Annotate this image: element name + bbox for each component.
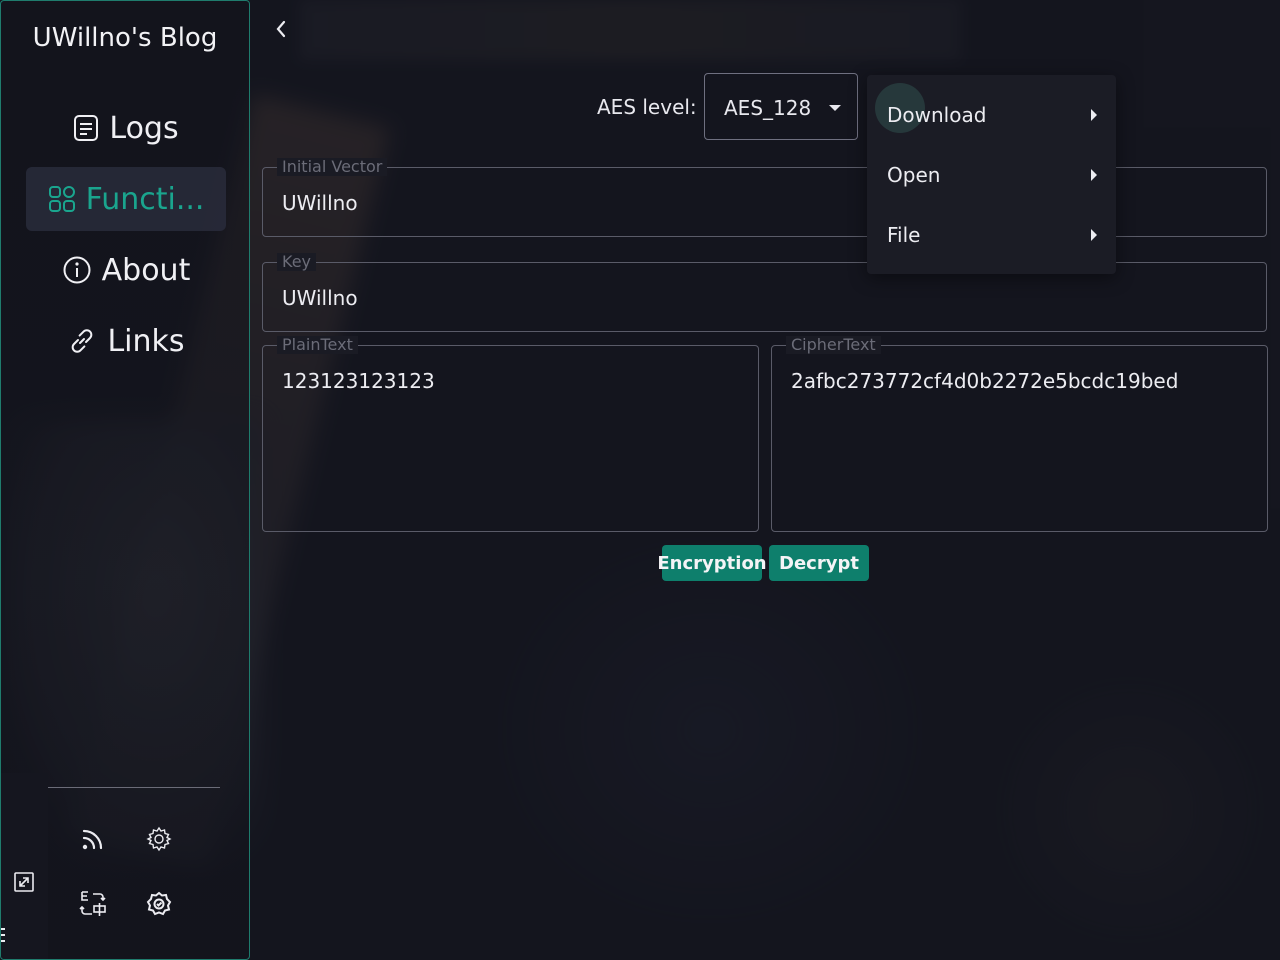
sidebar-item-label: About (101, 252, 191, 288)
plaintext-field[interactable]: PlainText 123123123123 (262, 336, 759, 532)
ciphertext-value: 2afbc273772cf4d0b2272e5bcdc19bed (791, 369, 1179, 393)
expand-icon (13, 871, 35, 897)
menu-toggle-button[interactable] (1, 925, 9, 945)
caret-right-icon (1091, 229, 1097, 241)
divider (48, 787, 220, 788)
initial-vector-field[interactable]: Initial Vector UWillno (262, 158, 1267, 237)
settings-badge-icon (145, 890, 173, 922)
menu-item-label: Download (887, 103, 987, 127)
key-value: UWillno (282, 286, 358, 310)
theme-settings-button[interactable] (141, 888, 177, 924)
caret-down-icon (829, 105, 841, 111)
blog-title[interactable]: UWillno's Blog (1, 23, 249, 53)
aes-level-value: AES_128 (724, 96, 812, 120)
ciphertext-field[interactable]: CipherText 2afbc273772cf4d0b2272e5bcdc19… (771, 336, 1268, 532)
document-icon (73, 114, 99, 142)
key-label: Key (277, 253, 317, 271)
ciphertext-label: CipherText (786, 336, 881, 354)
translate-icon (78, 889, 108, 923)
context-menu: Download Open File (867, 75, 1116, 274)
chevron-left-icon (273, 19, 289, 43)
sidebar-item-label: Links (107, 323, 185, 359)
sidebar-item-functions[interactable]: Functi... (26, 167, 226, 231)
initial-vector-label: Initial Vector (277, 158, 388, 176)
sidebar: UWillno's Blog Logs Functi... About Link… (0, 0, 250, 960)
menu-item-label: Open (887, 163, 941, 187)
sidebar-item-about[interactable]: About (26, 238, 226, 302)
sidebar-item-links[interactable]: Links (26, 309, 226, 373)
encryption-button[interactable]: Encryption (657, 545, 767, 581)
aes-level-label: AES level: (597, 95, 697, 119)
gear-icon (146, 826, 172, 856)
menu-item-download[interactable]: Download (867, 85, 1116, 145)
sidebar-item-logs[interactable]: Logs (26, 96, 226, 160)
expand-button[interactable] (11, 871, 37, 897)
info-circle-icon (62, 255, 92, 285)
rss-icon (79, 825, 107, 857)
caret-right-icon (1091, 109, 1097, 121)
apps-grid-icon (48, 185, 76, 213)
back-button[interactable] (268, 18, 294, 44)
key-field[interactable]: Key UWillno (262, 253, 1267, 332)
link-icon (67, 326, 97, 356)
aes-level-select[interactable]: AES_128 (704, 73, 858, 140)
plaintext-value: 123123123123 (282, 369, 435, 393)
rss-button[interactable] (75, 823, 111, 859)
initial-vector-value: UWillno (282, 191, 358, 215)
menu-item-open[interactable]: Open (867, 145, 1116, 205)
menu-item-label: File (887, 223, 921, 247)
sidebar-item-label: Functi... (85, 181, 205, 217)
decrypt-button[interactable]: Decrypt (769, 545, 869, 581)
sidebar-item-label: Logs (109, 110, 179, 146)
settings-button[interactable] (141, 823, 177, 859)
caret-right-icon (1091, 169, 1097, 181)
plaintext-label: PlainText (277, 336, 358, 354)
language-button[interactable] (75, 888, 111, 924)
menu-item-file[interactable]: File (867, 205, 1116, 265)
